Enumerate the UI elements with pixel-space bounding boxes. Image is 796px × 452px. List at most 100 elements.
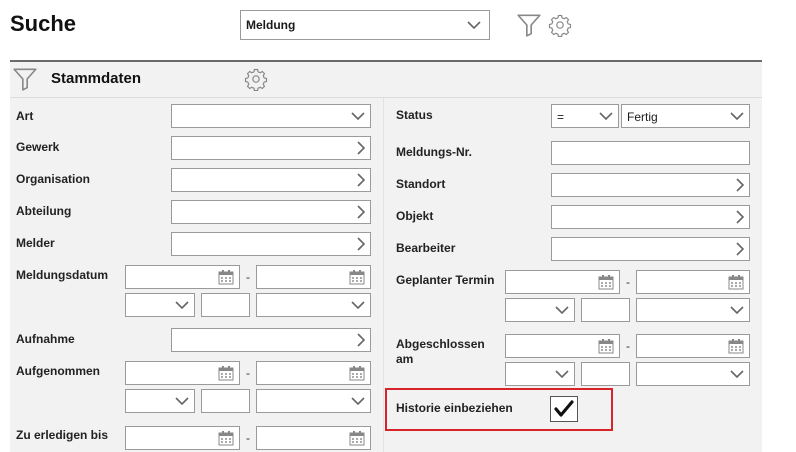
objekt-field[interactable] (551, 205, 750, 229)
chevron-down-icon (175, 294, 189, 316)
chevron-right-icon (357, 169, 365, 191)
range-separator: - (626, 339, 630, 353)
chevron-down-icon (555, 299, 569, 321)
calendar-icon[interactable] (218, 427, 234, 449)
range-separator: - (246, 431, 250, 445)
status-operator-value: = (557, 110, 565, 124)
label-bearbeiter: Bearbeiter (396, 241, 456, 255)
label-abgeschlossen-line1: Abgeschlossen (396, 337, 485, 351)
chevron-right-icon (736, 206, 744, 228)
checkmark-icon (554, 400, 574, 417)
gear-icon[interactable] (548, 13, 572, 40)
calendar-icon[interactable] (349, 427, 365, 449)
abteilung-field[interactable] (171, 200, 371, 224)
chevron-right-icon (357, 201, 365, 223)
label-aufnahme: Aufnahme (16, 332, 75, 346)
label-meldungsdatum: Meldungsdatum (16, 268, 108, 282)
meldungsdatum-unit-select[interactable] (256, 293, 371, 317)
organisation-field[interactable] (171, 168, 371, 192)
abgeschlossen-period-select[interactable] (505, 362, 575, 386)
geplanter-termin-period-select[interactable] (505, 298, 575, 322)
meldungsdatum-amount-input[interactable] (201, 293, 250, 317)
calendar-icon[interactable] (349, 362, 365, 384)
geplanter-termin-unit-select[interactable] (636, 298, 750, 322)
bearbeiter-field[interactable] (551, 237, 750, 261)
chevron-right-icon (736, 174, 744, 196)
chevron-down-icon (730, 363, 744, 385)
chevron-down-icon (599, 105, 613, 127)
search-type-select[interactable]: Meldung (240, 10, 490, 40)
label-abgeschlossen-am: Abgeschlossen am (396, 337, 485, 367)
zu-erledigen-to[interactable] (256, 426, 371, 450)
chevron-right-icon (357, 329, 365, 351)
meldungs-nr-input[interactable] (551, 141, 750, 165)
gear-icon[interactable] (244, 67, 268, 94)
standort-field[interactable] (551, 173, 750, 197)
geplanter-termin-to[interactable] (636, 270, 750, 294)
abgeschlossen-unit-select[interactable] (636, 362, 750, 386)
gewerk-field[interactable] (171, 136, 371, 160)
label-standort: Standort (396, 177, 446, 191)
label-geplanter-termin: Geplanter Termin (396, 273, 495, 287)
chevron-down-icon (351, 390, 365, 412)
zu-erledigen-from[interactable] (125, 426, 240, 450)
calendar-icon[interactable] (598, 335, 614, 357)
label-gewerk: Gewerk (16, 140, 60, 154)
page-title: Suche (10, 11, 77, 36)
label-organisation: Organisation (16, 172, 91, 186)
label-historie-einbeziehen: Historie einbeziehen (396, 401, 513, 415)
chevron-down-icon (730, 299, 744, 321)
label-abgeschlossen-line2: am (396, 352, 414, 366)
label-status: Status (396, 108, 433, 122)
aufgenommen-amount-input[interactable] (201, 389, 250, 413)
abgeschlossen-amount-input[interactable] (581, 362, 630, 386)
abgeschlossen-from[interactable] (505, 334, 620, 358)
status-value-select[interactable]: Fertig (621, 104, 750, 128)
historie-checkbox[interactable] (550, 396, 578, 422)
aufgenommen-unit-select[interactable] (256, 389, 371, 413)
aufnahme-field[interactable] (171, 328, 371, 352)
art-select[interactable] (171, 104, 371, 128)
label-abteilung: Abteilung (16, 204, 72, 218)
calendar-icon[interactable] (598, 271, 614, 293)
geplanter-termin-amount-input[interactable] (581, 298, 630, 322)
label-art: Art (16, 109, 34, 123)
meldungsdatum-period-select[interactable] (125, 293, 195, 317)
meldungsdatum-from[interactable] (125, 265, 240, 289)
geplanter-termin-from[interactable] (505, 270, 620, 294)
label-meldungs-nr: Meldungs-Nr. (396, 145, 473, 159)
abgeschlossen-to[interactable] (636, 334, 750, 358)
aufgenommen-period-select[interactable] (125, 389, 195, 413)
chevron-down-icon (351, 294, 365, 316)
chevron-right-icon (357, 137, 365, 159)
calendar-icon[interactable] (218, 362, 234, 384)
filter-icon[interactable] (12, 66, 38, 95)
range-separator: - (246, 366, 250, 380)
filter-icon[interactable] (516, 12, 542, 41)
status-operator-select[interactable]: = (551, 104, 619, 128)
calendar-icon[interactable] (728, 271, 744, 293)
calendar-icon[interactable] (218, 266, 234, 288)
label-zu-erledigen-bis: Zu erledigen bis (16, 428, 109, 442)
status-value: Fertig (627, 110, 658, 124)
aufgenommen-from[interactable] (125, 361, 240, 385)
meldungsdatum-to[interactable] (256, 265, 371, 289)
chevron-down-icon (351, 105, 365, 127)
chevron-down-icon (467, 11, 481, 39)
chevron-right-icon (736, 238, 744, 260)
aufgenommen-to[interactable] (256, 361, 371, 385)
chevron-down-icon (555, 363, 569, 385)
search-type-value: Meldung (246, 18, 296, 32)
label-objekt: Objekt (396, 209, 434, 223)
melder-field[interactable] (171, 232, 371, 256)
calendar-icon[interactable] (728, 335, 744, 357)
chevron-down-icon (175, 390, 189, 412)
range-separator: - (626, 275, 630, 289)
label-aufgenommen: Aufgenommen (16, 364, 100, 378)
label-melder: Melder (16, 236, 55, 250)
calendar-icon[interactable] (349, 266, 365, 288)
column-divider (383, 98, 384, 452)
chevron-down-icon (730, 105, 744, 127)
range-separator: - (246, 270, 250, 284)
chevron-right-icon (357, 233, 365, 255)
